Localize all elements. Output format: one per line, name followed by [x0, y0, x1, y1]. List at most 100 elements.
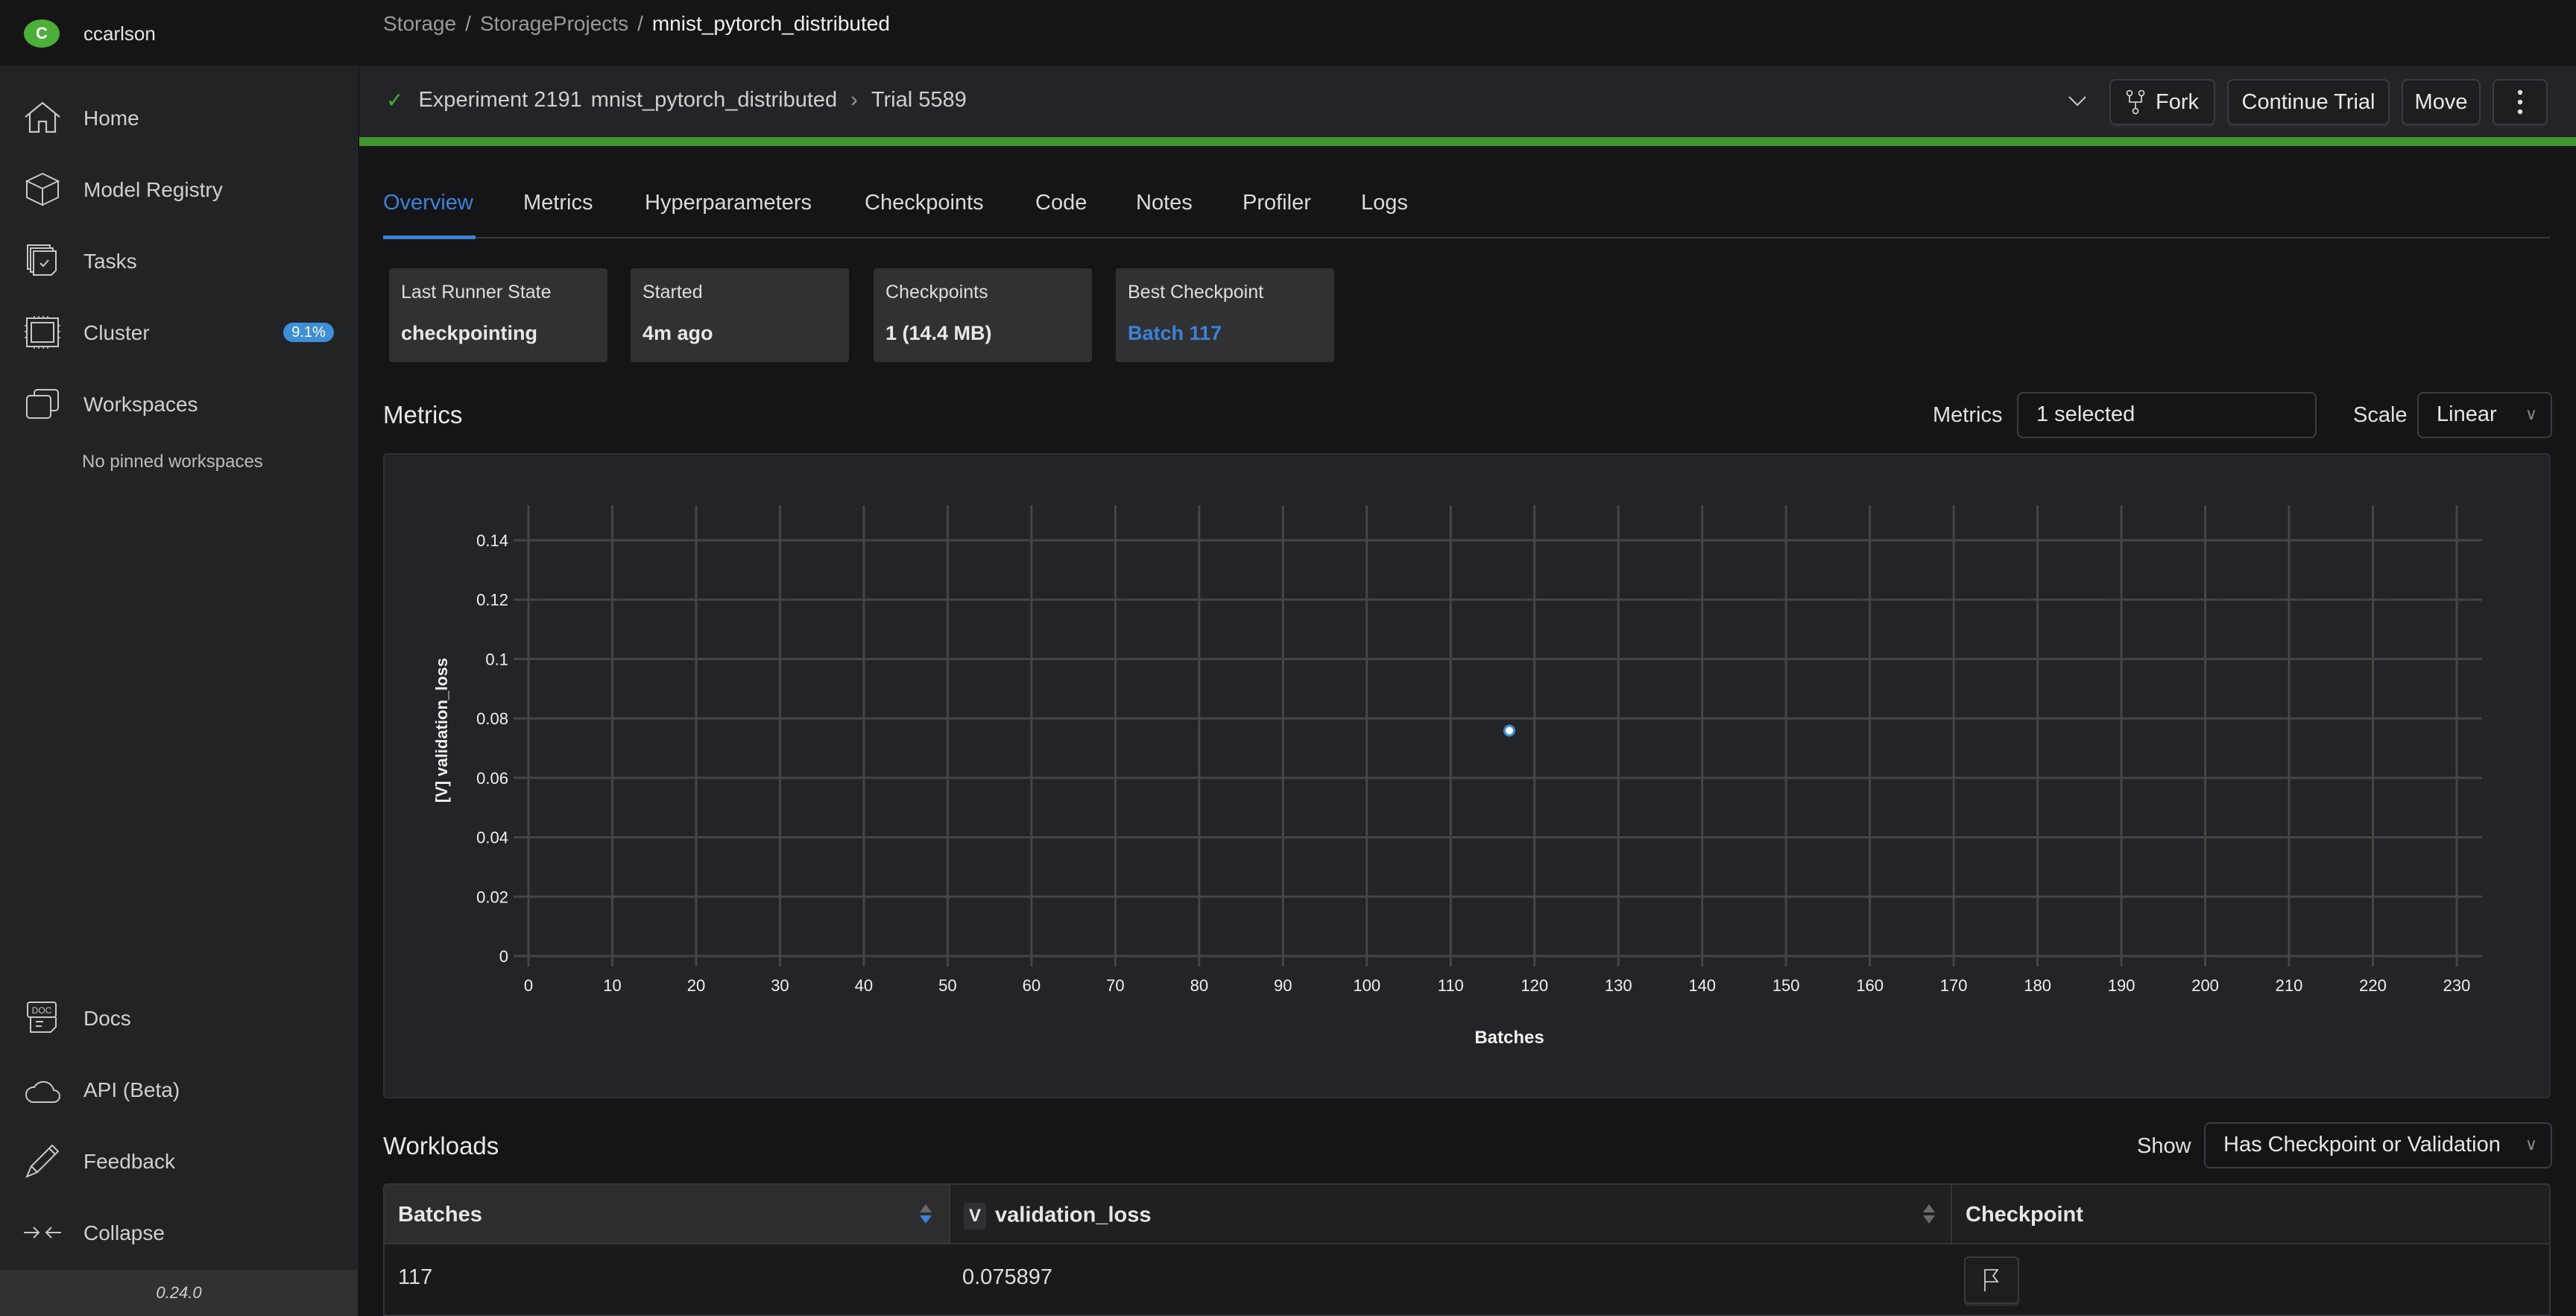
sidebar-item-workspaces[interactable]: Workspaces: [0, 370, 358, 437]
y-tick-label: 0.12: [476, 591, 508, 610]
x-tick-label: 140: [1688, 976, 1716, 995]
tab-metrics[interactable]: Metrics: [523, 191, 593, 215]
tab-code[interactable]: Code: [1035, 191, 1087, 215]
tab-checkpoints[interactable]: Checkpoints: [865, 191, 984, 215]
experiment-name-link[interactable]: mnist_pytorch_distributed: [591, 88, 837, 113]
y-tick-label: 0.1: [485, 650, 508, 668]
tab-hyperparameters[interactable]: Hyperparameters: [645, 191, 812, 215]
breadcrumb-separator: /: [637, 12, 643, 35]
x-tick-label: 30: [771, 976, 789, 995]
metrics-select[interactable]: 1 selected: [2017, 392, 2317, 438]
sidebar-item-label: Feedback: [83, 1150, 175, 1173]
trial-progress-bar: [359, 137, 2576, 146]
chart-canvas[interactable]: 0 0.02 0.04 0.06 0.08 0.1 0.12 0.14 0 10 20 30 40 50 6…: [385, 455, 2552, 1100]
x-tick-label: 160: [1856, 976, 1884, 995]
metrics-select-value: 1 selected: [2036, 402, 2135, 426]
cell-value: 0.075897: [962, 1265, 1052, 1289]
sidebar-item-cluster[interactable]: Cluster 9.1%: [0, 299, 358, 366]
x-tick-label: 90: [1274, 976, 1292, 995]
fork-button[interactable]: Fork: [2109, 79, 2215, 125]
sidebar-item-tasks[interactable]: Tasks: [0, 227, 358, 294]
x-tick-label: 70: [1106, 976, 1124, 995]
sidebar-item-api[interactable]: API (Beta): [0, 1056, 358, 1123]
sidebar-item-docs[interactable]: DOC Docs: [0, 984, 358, 1051]
column-label: validation_loss: [995, 1203, 1152, 1227]
sidebar-item-label: Docs: [83, 1007, 131, 1030]
tab-profiler[interactable]: Profiler: [1243, 191, 1311, 215]
tab-overview[interactable]: Overview: [383, 191, 473, 215]
scale-select-value: Linear: [2437, 402, 2497, 426]
chip-icon: [25, 316, 60, 349]
scale-select[interactable]: Linear ∨: [2417, 392, 2552, 438]
sidebar-item-label: API (Beta): [83, 1078, 180, 1101]
x-axis-label: Batches: [1474, 1028, 1544, 1048]
experiment-link[interactable]: Experiment 2191: [418, 88, 581, 113]
home-icon: [25, 101, 60, 133]
x-tick-label: 50: [938, 976, 956, 995]
sidebar-collapse[interactable]: Collapse: [0, 1199, 358, 1266]
avatar: C: [24, 19, 60, 48]
cloud-icon: [25, 1081, 60, 1103]
more-actions-button[interactable]: [2493, 79, 2548, 125]
sidebar-item-label: Tasks: [83, 250, 137, 273]
metrics-section-title: Metrics: [383, 401, 463, 428]
chevron-down-icon[interactable]: [2068, 92, 2087, 109]
version-label: 0.24.0: [0, 1270, 358, 1316]
flag-icon: [1984, 1269, 1999, 1291]
card-title: Started: [643, 282, 703, 303]
move-button[interactable]: Move: [2402, 79, 2481, 125]
column-label: Batches: [398, 1203, 482, 1227]
card-value: 4m ago: [643, 322, 713, 344]
data-point[interactable]: [1503, 724, 1515, 737]
metrics-chart: 0 0.02 0.04 0.06 0.08 0.1 0.12 0.14 0 10 20 30 40 50 6…: [383, 453, 2551, 1098]
x-tick-label: 0: [524, 976, 533, 995]
x-tick-label: 10: [603, 976, 621, 995]
sidebar-item-model-registry[interactable]: Model Registry: [0, 156, 358, 223]
breadcrumb-separator: /: [465, 12, 471, 35]
column-header-validation-loss[interactable]: Vvalidation_loss: [949, 1185, 1951, 1244]
show-filter-value: Has Checkpoint or Validation: [2223, 1133, 2501, 1157]
tab-logs[interactable]: Logs: [1361, 191, 1408, 215]
show-filter-label: Show: [2137, 1134, 2191, 1158]
x-tick-label: 180: [2024, 976, 2051, 995]
best-checkpoint-link[interactable]: Batch 117: [1128, 322, 1222, 345]
column-header-checkpoint: Checkpoint: [1951, 1185, 2549, 1244]
y-tick-label: 0.08: [476, 709, 508, 728]
column-header-batches[interactable]: Batches: [385, 1185, 949, 1244]
x-tick-label: 60: [1023, 976, 1041, 995]
docs-icon: DOC: [27, 1002, 57, 1033]
sidebar-item-feedback[interactable]: Feedback: [0, 1127, 358, 1195]
username: ccarlson: [83, 22, 156, 45]
checkpoint-button[interactable]: [1964, 1256, 2019, 1304]
sidebar-item-home[interactable]: Home: [0, 84, 358, 151]
x-tick-label: 80: [1190, 976, 1208, 995]
continue-trial-button[interactable]: Continue Trial: [2227, 79, 2390, 125]
scale-select-label: Scale: [2353, 403, 2408, 427]
workloads-table: Batches Vvalidation_loss Checkpoint 117 …: [383, 1183, 2551, 1316]
x-tick-label: 130: [1605, 976, 1632, 995]
cell-checkpoint: [1951, 1244, 2549, 1315]
sort-icon: [1923, 1204, 1935, 1224]
chevron-right-icon: ›: [850, 88, 858, 112]
breadcrumb-item[interactable]: Storage: [383, 12, 456, 35]
card-value: checkpointing: [401, 322, 538, 344]
y-tick-label: 0.06: [476, 769, 508, 788]
tab-notes[interactable]: Notes: [1136, 191, 1193, 215]
chevron-down-icon: ∨: [2525, 1135, 2537, 1154]
sidebar-item-label: Collapse: [83, 1221, 165, 1244]
x-tick-label: 40: [855, 976, 873, 995]
user-menu[interactable]: C ccarlson: [0, 0, 358, 66]
trial-header: ✓ Experiment 2191 mnist_pytorch_distribu…: [359, 66, 2576, 137]
x-tick-label: 200: [2191, 976, 2219, 995]
fork-button-label: Fork: [2156, 89, 2199, 114]
breadcrumb-item[interactable]: StorageProjects: [480, 12, 628, 35]
x-tick-label: 120: [1521, 976, 1548, 995]
validation-badge: V: [964, 1203, 986, 1230]
show-filter-select[interactable]: Has Checkpoint or Validation ∨: [2204, 1122, 2552, 1168]
kebab-menu-icon: [2517, 89, 2523, 115]
cell-value: 117: [398, 1265, 433, 1289]
cluster-usage-badge: 9.1%: [283, 323, 334, 342]
cube-icon: [25, 172, 60, 206]
x-tick-label: 210: [2276, 976, 2303, 995]
svg-text:DOC: DOC: [32, 1005, 52, 1016]
